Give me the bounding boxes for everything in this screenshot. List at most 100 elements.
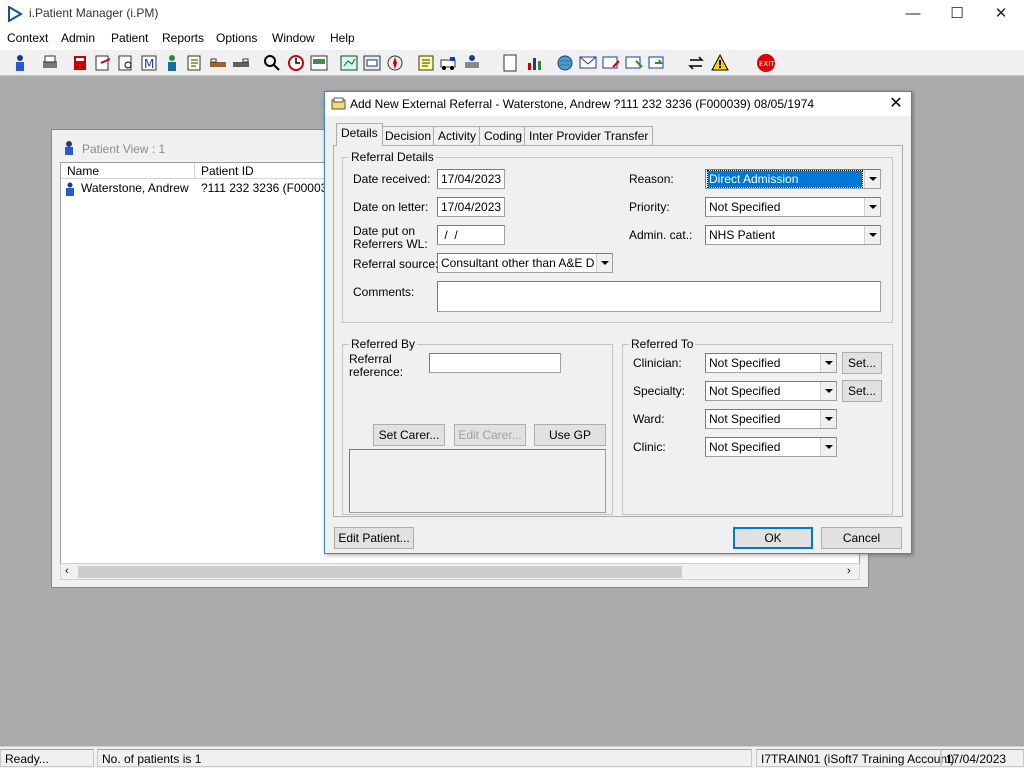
set-carer-button[interactable]: Set Carer... xyxy=(373,424,445,446)
date-on-letter-label: Date on letter: xyxy=(353,200,429,214)
scrollbar-thumb[interactable] xyxy=(78,566,682,578)
ward-transfer-icon[interactable] xyxy=(462,53,482,73)
cancel-button[interactable]: Cancel xyxy=(821,527,902,549)
patient-icon xyxy=(65,141,73,155)
date-received-field[interactable] xyxy=(437,169,505,189)
chevron-down-icon[interactable] xyxy=(864,198,880,216)
chevron-down-icon[interactable] xyxy=(820,438,836,456)
specialty-dropdown[interactable]: Not Specified xyxy=(705,381,837,401)
message-icon[interactable] xyxy=(578,53,598,73)
list-window-icon[interactable] xyxy=(309,53,329,73)
print-icon[interactable] xyxy=(40,53,60,73)
exit-icon[interactable]: EXIT xyxy=(756,53,776,73)
status-patient-count: No. of patients is 1 xyxy=(97,749,752,767)
referral-reference-field[interactable] xyxy=(429,353,561,373)
tab-coding[interactable]: Coding xyxy=(479,126,528,145)
ward-dropdown[interactable]: Not Specified xyxy=(705,409,837,429)
referral-icon[interactable] xyxy=(93,53,113,73)
add-referral-dialog: Add New External Referral - Waterstone, … xyxy=(324,91,912,554)
menu-admin[interactable]: Admin xyxy=(61,31,95,45)
patient-view-title: Patient View : 1 xyxy=(82,142,166,156)
chevron-down-icon[interactable] xyxy=(864,226,880,244)
edit-carer-button[interactable]: Edit Carer... xyxy=(454,424,526,446)
patient-name-cell: Waterstone, Andrew xyxy=(81,181,189,195)
horizontal-scrollbar[interactable]: ‹ › xyxy=(60,563,860,580)
bed-icon[interactable] xyxy=(208,53,228,73)
priority-value: Not Specified xyxy=(709,200,781,214)
tab-activity[interactable]: Activity xyxy=(433,126,482,145)
notes-icon[interactable] xyxy=(185,53,205,73)
menu-patient[interactable]: Patient xyxy=(111,31,148,45)
comments-field[interactable] xyxy=(437,281,881,312)
set-clinician-button[interactable]: Set... xyxy=(842,352,882,374)
close-window-button[interactable]: ✕ xyxy=(978,0,1024,28)
letter-m-icon[interactable]: M xyxy=(139,53,159,73)
clinician-icon[interactable] xyxy=(162,53,182,73)
message-send-icon[interactable] xyxy=(601,53,621,73)
chevron-down-icon[interactable] xyxy=(596,254,612,272)
warning-icon[interactable] xyxy=(710,53,730,73)
date-on-letter-field[interactable] xyxy=(437,197,505,217)
bar-chart-icon[interactable] xyxy=(525,53,545,73)
compass-icon[interactable] xyxy=(385,53,405,73)
chevron-down-icon[interactable] xyxy=(820,410,836,428)
minimize-button[interactable]: — xyxy=(890,0,936,28)
transfer-bed-icon[interactable] xyxy=(231,53,251,73)
blank-document-icon[interactable] xyxy=(500,53,520,73)
note-icon[interactable] xyxy=(416,53,436,73)
referral-source-label: Referral source: xyxy=(353,257,439,271)
chevron-down-icon[interactable] xyxy=(864,170,880,188)
menu-window[interactable]: Window xyxy=(272,31,315,45)
tab-decision[interactable]: Decision xyxy=(380,126,437,145)
app-logo-icon xyxy=(8,6,23,22)
menu-reports[interactable]: Reports xyxy=(162,31,204,45)
scroll-right-icon[interactable]: › xyxy=(847,565,851,577)
dialog-close-button[interactable]: ✕ xyxy=(885,94,907,114)
comments-label: Comments: xyxy=(353,285,415,299)
use-gp-button[interactable]: Use GP xyxy=(534,424,606,446)
tab-inter-provider-transfer[interactable]: Inter Provider Transfer xyxy=(524,126,654,145)
document-search-icon[interactable] xyxy=(116,53,136,73)
referral-reference-label-2: reference: xyxy=(349,365,404,379)
menu-options[interactable]: Options xyxy=(216,31,257,45)
ambulance-icon[interactable] xyxy=(439,53,459,73)
scroll-left-icon[interactable]: ‹ xyxy=(65,565,69,577)
patient-icon[interactable] xyxy=(10,53,30,73)
book-icon[interactable] xyxy=(70,53,90,73)
clinician-dropdown[interactable]: Not Specified xyxy=(705,353,837,373)
priority-dropdown[interactable]: Not Specified xyxy=(705,197,881,217)
chevron-down-icon[interactable] xyxy=(820,382,836,400)
reason-dropdown[interactable]: Direct Admission xyxy=(705,169,881,189)
status-date: 17/04/2023 xyxy=(941,749,1024,767)
clinician-value: Not Specified xyxy=(709,356,781,370)
menu-context[interactable]: Context xyxy=(7,31,48,45)
referral-dialog-icon xyxy=(331,97,346,110)
patient-icon xyxy=(66,182,74,196)
referral-source-dropdown[interactable]: Consultant other than A&E Dept xyxy=(437,253,613,273)
search-icon[interactable] xyxy=(262,53,282,73)
ok-button[interactable]: OK xyxy=(733,527,813,549)
clinic-dropdown[interactable]: Not Specified xyxy=(705,437,837,457)
admin-cat-label: Admin. cat.: xyxy=(629,228,693,242)
swap-icon[interactable] xyxy=(686,53,706,73)
column-header-name[interactable]: Name xyxy=(61,163,195,179)
maximize-button[interactable]: ☐ xyxy=(934,0,980,28)
svg-text:EXIT: EXIT xyxy=(759,60,775,68)
chevron-down-icon[interactable] xyxy=(820,354,836,372)
edit-patient-button[interactable]: Edit Patient... xyxy=(334,527,414,549)
clock-icon[interactable] xyxy=(286,53,306,73)
date-put-on-wl-field[interactable] xyxy=(437,225,505,245)
tab-details[interactable]: Details xyxy=(336,123,383,146)
set-specialty-button[interactable]: Set... xyxy=(842,380,882,402)
message-receive-icon[interactable] xyxy=(624,53,644,73)
globe-icon[interactable] xyxy=(555,53,575,73)
svg-text:M: M xyxy=(144,57,154,71)
clinic-value: Not Specified xyxy=(709,440,781,454)
app-title-bar: i.Patient Manager (i.PM) — ☐ ✕ xyxy=(0,0,1024,28)
status-account: I7TRAIN01 (iSoft7 Training Account) xyxy=(756,749,954,767)
message-reply-icon[interactable] xyxy=(647,53,667,73)
menu-help[interactable]: Help xyxy=(330,31,355,45)
admin-cat-dropdown[interactable]: NHS Patient xyxy=(705,225,881,245)
report-chart-icon[interactable] xyxy=(339,53,359,73)
report-window-icon[interactable] xyxy=(362,53,382,73)
